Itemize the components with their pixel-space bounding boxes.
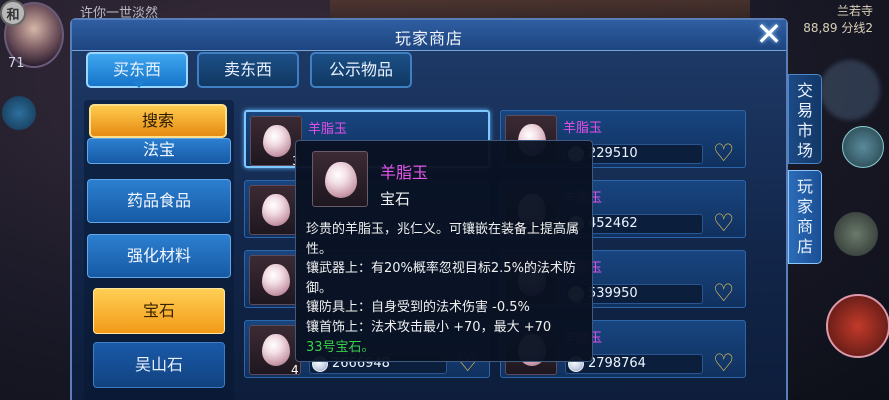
item-icon bbox=[249, 185, 301, 235]
item-name: 羊脂玉 bbox=[563, 121, 603, 136]
gem-icon bbox=[262, 334, 290, 366]
tooltip-line: 镶防具上：自身受到的法术伤害 -0.5% bbox=[306, 300, 530, 316]
coords-channel: 88,89 分线2 bbox=[803, 21, 873, 35]
map-name: 兰若寺 bbox=[836, 4, 873, 18]
tooltip-footer: 33号宝石。 bbox=[306, 339, 375, 355]
tab-buy[interactable]: 买东西 bbox=[86, 52, 188, 88]
item-tooltip: 羊脂玉 宝石 珍贵的羊脂玉，兆仁义。可镶嵌在装备上提高属性。 镶武器上：有20%… bbox=[295, 140, 593, 362]
add-button[interactable] bbox=[842, 126, 884, 168]
panel-title-bar: 玩家商店 bbox=[72, 20, 786, 51]
favorite-heart-icon[interactable]: ♡ bbox=[713, 211, 735, 235]
item-icon bbox=[249, 255, 301, 305]
item-price: 229510 bbox=[588, 146, 638, 161]
side-tab-player-shop[interactable]: 玩家商店 bbox=[788, 170, 822, 264]
close-button[interactable]: ✕ bbox=[752, 17, 786, 51]
faction-badge: 和 bbox=[0, 0, 26, 26]
attack-skill-button[interactable] bbox=[826, 294, 889, 358]
gem-icon bbox=[325, 162, 357, 198]
subcategory-gem[interactable]: 宝石 bbox=[93, 288, 225, 334]
player-level: 71 bbox=[8, 56, 25, 71]
gem-icon bbox=[263, 125, 291, 157]
tooltip-line: 镶武器上：有20%概率忽视目标2.5%的法术防御。 bbox=[306, 261, 576, 296]
scene-light bbox=[820, 60, 880, 120]
gem-icon bbox=[262, 264, 290, 296]
search-button[interactable]: 搜索 bbox=[89, 104, 227, 138]
gem-icon bbox=[262, 194, 290, 226]
favorite-heart-icon[interactable]: ♡ bbox=[713, 281, 735, 305]
tab-public-items[interactable]: 公示物品 bbox=[310, 52, 412, 88]
category-medicine-food[interactable]: 药品食品 bbox=[87, 179, 231, 223]
tooltip-description: 珍贵的羊脂玉，兆仁义。可镶嵌在装备上提高属性。 镶武器上：有20%概率忽视目标2… bbox=[306, 220, 586, 357]
item-qty: 4 bbox=[291, 363, 299, 377]
item-price: 539950 bbox=[588, 286, 638, 301]
category-fabao[interactable]: 法宝 bbox=[87, 138, 231, 164]
item-name: 羊脂玉 bbox=[308, 122, 348, 137]
item-price: 452462 bbox=[588, 216, 638, 231]
category-enhance-material[interactable]: 强化材料 bbox=[87, 234, 231, 278]
item-price: 2798764 bbox=[588, 356, 646, 371]
subcategory-wushan-stone[interactable]: 吴山石 bbox=[93, 342, 225, 388]
tooltip-line: 珍贵的羊脂玉，兆仁义。可镶嵌在装备上提高属性。 bbox=[306, 222, 580, 257]
hook-skill-button[interactable] bbox=[834, 212, 878, 256]
tooltip-item-name: 羊脂玉 bbox=[380, 163, 429, 182]
tooltip-line: 镶首饰上：法术攻击最小 +70，最大 +70 bbox=[306, 319, 552, 335]
left-arrow-button[interactable] bbox=[2, 96, 36, 130]
tooltip-item-type: 宝石 bbox=[380, 190, 411, 208]
panel-title: 玩家商店 bbox=[394, 29, 463, 48]
side-tab-trade-market[interactable]: 交易市场 bbox=[788, 74, 822, 164]
tooltip-item-icon bbox=[312, 151, 368, 207]
tab-sell[interactable]: 卖东西 bbox=[197, 52, 299, 88]
favorite-heart-icon[interactable]: ♡ bbox=[713, 141, 735, 165]
location-info: 兰若寺 88,89 分线2 bbox=[803, 3, 873, 37]
favorite-heart-icon[interactable]: ♡ bbox=[713, 351, 735, 375]
